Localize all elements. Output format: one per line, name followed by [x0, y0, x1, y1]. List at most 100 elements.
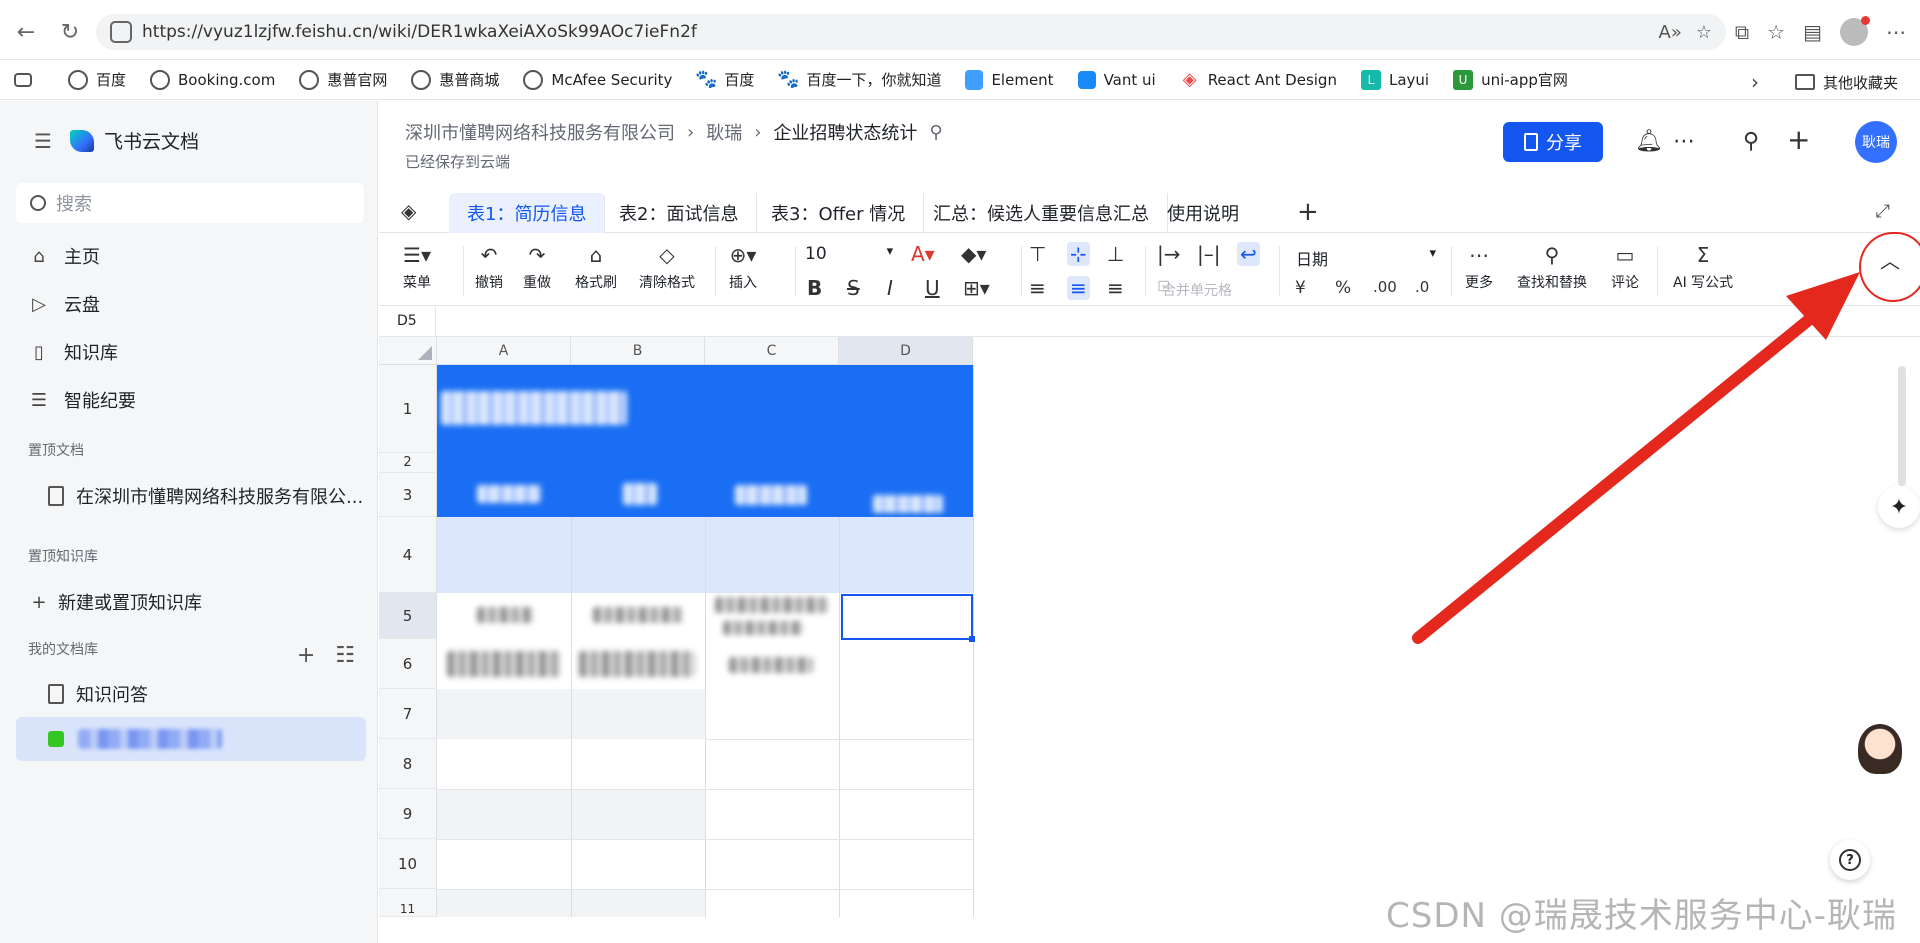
percent-icon[interactable]: % [1335, 278, 1351, 298]
cell-reference[interactable]: D5 [397, 313, 417, 329]
column-header-c[interactable]: C [705, 337, 839, 365]
row-header-10[interactable]: 10 [379, 839, 437, 889]
column-header-d[interactable]: D [839, 337, 973, 365]
list-settings-icon[interactable]: ☷ [335, 643, 355, 668]
layers-icon[interactable]: ◈ [401, 199, 416, 223]
number-format-select[interactable]: 日期 ▾ [1296, 246, 1436, 270]
column-header-b[interactable]: B [571, 337, 705, 365]
sidebar-item-home[interactable]: ⌂ 主页 [28, 243, 100, 269]
redo-button[interactable]: ↷ 重做 [523, 240, 551, 292]
row-header-5[interactable]: 5 [379, 593, 437, 639]
breadcrumb-item[interactable]: 深圳市懂聘网络科技服务有限公司 [405, 119, 675, 145]
row-header-6[interactable]: 6 [379, 639, 437, 689]
bookmark-item[interactable]: Element [965, 69, 1054, 90]
select-all-corner[interactable] [379, 337, 437, 365]
tab-interview-info[interactable]: 表2：面试信息 [601, 193, 758, 233]
italic-icon[interactable]: I [887, 276, 893, 300]
clear-format-button[interactable]: ◇ 清除格式 [639, 240, 695, 292]
reload-icon[interactable]: ↻ [56, 18, 84, 46]
tab-offer[interactable]: 表3：Offer 情况 [753, 193, 925, 233]
tab-summary[interactable]: 汇总：候选人重要信息汇总 [915, 193, 1168, 233]
format-painter-button[interactable]: ⌂ 格式刷 [575, 240, 617, 292]
sidebar-item-notes[interactable]: ☰ 智能纪要 [28, 387, 136, 413]
align-center-icon[interactable]: ≡ [1067, 276, 1090, 300]
row-header-11[interactable]: 11 [379, 889, 437, 917]
row-header-7[interactable]: 7 [379, 689, 437, 739]
fill-color-icon[interactable]: ◆▾ [961, 242, 986, 266]
vertical-scrollbar[interactable] [1898, 366, 1906, 486]
tab-resume-info[interactable]: 表1：简历信息 [449, 193, 606, 233]
bookmark-item[interactable]: ◈ React Ant Design [1180, 69, 1337, 90]
more-icon[interactable]: ⋯ [1673, 129, 1695, 154]
bell-icon[interactable]: 🔔︎ [1635, 129, 1663, 154]
bookmark-item[interactable]: 🐾 百度一下，你就知道 [777, 69, 941, 90]
url-text[interactable]: https://vyuz1lzjfw.feishu.cn/wiki/DER1wk… [142, 22, 1659, 42]
more-button[interactable]: ⋯ 更多 [1465, 240, 1493, 292]
font-color-icon[interactable]: A▾ [911, 242, 935, 266]
row-header-9[interactable]: 9 [379, 789, 437, 839]
add-icon[interactable]: + [1787, 123, 1810, 156]
clip-icon[interactable]: |–| [1197, 242, 1220, 266]
border-icon[interactable]: ⊞▾ [963, 276, 990, 300]
row-header-4[interactable]: 4 [379, 517, 437, 593]
breadcrumb-item[interactable]: 耿瑞 [706, 119, 742, 145]
find-replace-button[interactable]: ⚲ 查找和替换 [1517, 240, 1587, 292]
more-menu-icon[interactable]: ⋯ [1886, 20, 1906, 44]
ai-formula-button[interactable]: Σ AI 写公式 [1673, 240, 1733, 292]
row-header-8[interactable]: 8 [379, 739, 437, 789]
align-middle-icon[interactable]: ⊹ [1067, 242, 1090, 266]
other-favorites[interactable]: 其他收藏夹 [1823, 72, 1898, 93]
new-kb-button[interactable]: + 新建或置顶知识库 [28, 589, 202, 615]
page-title[interactable]: 企业招聘状态统计 [773, 119, 917, 145]
currency-icon[interactable]: ¥ [1295, 278, 1306, 298]
undo-button[interactable]: ↶ 撤销 [475, 240, 503, 292]
align-right-icon[interactable]: ≡ [1107, 276, 1124, 300]
row-header-1[interactable]: 1 [379, 365, 437, 453]
align-bottom-icon[interactable]: ⊥ [1107, 242, 1124, 266]
sidebar-item-wiki[interactable]: ▯ 知识库 [28, 339, 118, 365]
fullscreen-icon[interactable]: ⤢ [1876, 201, 1890, 222]
profile-avatar[interactable] [1840, 16, 1870, 46]
collapse-sidebar-icon[interactable]: ☰ [34, 129, 52, 153]
bookmark-item[interactable]: Vant ui [1077, 70, 1156, 89]
avatar[interactable]: 耿瑞 [1855, 121, 1897, 163]
sidebar-item-drive[interactable]: ▷ 云盘 [28, 291, 100, 317]
bookmark-item[interactable]: 百度 [68, 69, 126, 90]
overflow-icon[interactable]: |→ [1157, 242, 1181, 266]
align-left-icon[interactable]: ≡ [1029, 276, 1046, 300]
align-top-icon[interactable]: ⊤ [1029, 242, 1046, 266]
collections-icon[interactable]: ▤ [1803, 20, 1822, 44]
comment-button[interactable]: ▭ 评论 [1611, 240, 1639, 292]
favorite-star-icon[interactable]: ☆ [1696, 22, 1712, 43]
bookmark-item[interactable]: 惠普商城 [411, 69, 499, 90]
back-icon[interactable]: ← [12, 18, 40, 46]
increase-decimal-icon[interactable]: .00 [1373, 278, 1397, 296]
underline-icon[interactable]: U [925, 276, 940, 300]
bookmark-item[interactable]: 惠普官网 [299, 69, 387, 90]
bookmark-item[interactable]: 🐾 百度 [695, 69, 754, 90]
wrap-text-icon[interactable]: ↩ [1237, 242, 1260, 266]
doc-item-qa[interactable]: 知识问答 [48, 681, 148, 707]
tab-instructions[interactable]: 使用说明 [1149, 193, 1257, 233]
tab-actions-icon[interactable] [14, 72, 40, 87]
add-sheet-icon[interactable]: + [1297, 197, 1319, 227]
search-input[interactable]: 搜索 [16, 183, 364, 223]
decrease-decimal-icon[interactable]: .0 [1415, 278, 1429, 296]
favorites-icon[interactable]: ☆ [1767, 20, 1785, 44]
read-aloud-icon[interactable]: A» [1659, 22, 1682, 43]
ai-assistant-button[interactable]: ✦ [1878, 486, 1920, 528]
bookmark-item[interactable]: L Layui [1360, 69, 1429, 90]
bookmark-item[interactable]: McAfee Security [523, 69, 672, 90]
help-button[interactable]: ? [1830, 840, 1870, 880]
search-icon[interactable]: ⚲ [1743, 129, 1759, 154]
pin-icon[interactable]: ⚲ [929, 122, 942, 143]
insert-button[interactable]: ⊕▾ 插入 [729, 240, 757, 292]
chevron-right-icon[interactable]: › [1751, 70, 1759, 94]
row-header-2[interactable]: 2 [379, 453, 437, 473]
address-bar[interactable]: https://vyuz1lzjfw.feishu.cn/wiki/DER1wk… [96, 14, 1726, 50]
font-size-select[interactable]: 10 ▾ [805, 244, 893, 264]
selected-sheet-item[interactable] [16, 717, 366, 761]
bold-icon[interactable]: B [807, 276, 822, 300]
bookmark-item[interactable]: Booking.com [150, 69, 275, 90]
assistant-avatar[interactable] [1858, 724, 1902, 774]
